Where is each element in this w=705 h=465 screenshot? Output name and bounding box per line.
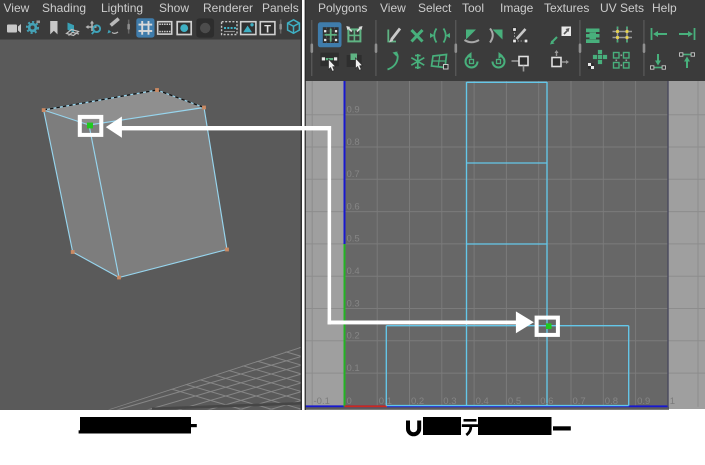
svg-text:0: 0 bbox=[347, 396, 352, 407]
svg-text:0.1: 0.1 bbox=[379, 396, 392, 407]
svg-text:Select: Select bbox=[418, 1, 452, 15]
svg-text:0.8: 0.8 bbox=[605, 396, 618, 407]
svg-text:Textures: Textures bbox=[544, 1, 589, 15]
svg-text:0.1: 0.1 bbox=[347, 363, 360, 374]
svg-text:0.6: 0.6 bbox=[347, 201, 360, 212]
svg-text:0.4: 0.4 bbox=[347, 266, 360, 277]
svg-text:0.4: 0.4 bbox=[476, 396, 489, 407]
svg-text:0.9: 0.9 bbox=[347, 105, 360, 116]
svg-text:1: 1 bbox=[670, 396, 675, 407]
svg-text:0.7: 0.7 bbox=[573, 396, 586, 407]
svg-text:0.9: 0.9 bbox=[637, 396, 650, 407]
svg-text:0.6: 0.6 bbox=[540, 396, 553, 407]
svg-text:View: View bbox=[4, 1, 30, 15]
svg-text:UV Sets: UV Sets bbox=[600, 1, 644, 15]
svg-text:T: T bbox=[264, 23, 271, 35]
svg-text:Panels: Panels bbox=[262, 1, 299, 15]
svg-text:View: View bbox=[380, 1, 406, 15]
svg-text:0.3: 0.3 bbox=[347, 298, 360, 309]
svg-text:0.5: 0.5 bbox=[508, 396, 521, 407]
svg-text:Tool: Tool bbox=[462, 1, 484, 15]
svg-text:0.8: 0.8 bbox=[347, 137, 360, 148]
svg-text:Help: Help bbox=[652, 1, 677, 15]
svg-text:0.2: 0.2 bbox=[411, 396, 424, 407]
svg-text:0.3: 0.3 bbox=[443, 396, 456, 407]
svg-text:Polygons: Polygons bbox=[318, 1, 367, 15]
svg-text:0.2: 0.2 bbox=[347, 331, 360, 342]
svg-text:Show: Show bbox=[159, 1, 189, 15]
svg-text:Shading: Shading bbox=[42, 1, 86, 15]
svg-text:-0.1: -0.1 bbox=[314, 396, 330, 407]
svg-text:Lighting: Lighting bbox=[101, 1, 143, 15]
svg-text:Renderer: Renderer bbox=[203, 1, 253, 15]
svg-text:0.7: 0.7 bbox=[347, 169, 360, 180]
svg-text:0.5: 0.5 bbox=[347, 234, 360, 245]
svg-text:Image: Image bbox=[500, 1, 534, 15]
